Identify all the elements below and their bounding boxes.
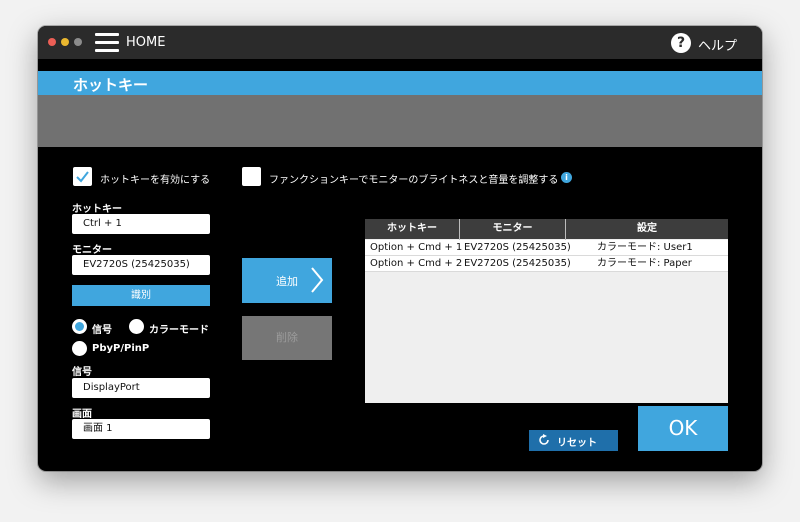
add-button[interactable]: 追加 <box>242 258 332 303</box>
table-cell: カラーモード: User1 <box>597 242 693 253</box>
page-title: ホットキー <box>73 76 149 94</box>
radio-signal[interactable] <box>72 319 87 334</box>
enable-hotkey-label: ホットキーを有効にする <box>100 175 211 186</box>
radio-color-mode-label: カラーモード <box>149 325 209 336</box>
title-bar: HOME ? ヘルプ <box>38 26 762 59</box>
column-header-hotkey: ホットキー <box>387 223 437 234</box>
hamburger-menu-icon[interactable] <box>95 33 119 52</box>
signal-select[interactable]: DisplayPort <box>72 378 210 398</box>
table-cell: Option + Cmd + 2 <box>370 258 463 269</box>
table-cell: EV2720S (25425035) <box>464 242 571 253</box>
checkmark-icon <box>76 171 89 183</box>
help-label[interactable]: ヘルプ <box>698 35 737 54</box>
info-icon[interactable]: i <box>561 172 572 183</box>
home-label[interactable]: HOME <box>126 35 165 50</box>
header-band <box>38 95 762 147</box>
delete-button: 削除 <box>242 316 332 360</box>
monitor-label: モニター <box>72 245 112 256</box>
reset-button-label: リセット <box>557 438 597 449</box>
function-key-checkbox[interactable] <box>242 167 261 186</box>
radio-color-mode[interactable] <box>129 319 144 334</box>
minimize-window-button[interactable] <box>61 38 69 46</box>
radio-pbyp-label: PbyP/PinP <box>92 343 150 354</box>
refresh-icon <box>539 434 549 445</box>
table-header: ホットキー モニター 設定 <box>365 219 728 239</box>
table-row[interactable]: Option + Cmd + 1 EV2720S (25425035) カラーモ… <box>365 240 728 256</box>
reset-button[interactable]: リセット <box>529 430 618 451</box>
add-button-label: 追加 <box>276 275 298 288</box>
chevron-right-icon <box>311 267 324 293</box>
table-row[interactable]: Option + Cmd + 2 EV2720S (25425035) カラーモ… <box>365 256 728 272</box>
hotkey-field[interactable]: Ctrl + 1 <box>72 214 210 234</box>
column-header-setting: 設定 <box>637 223 657 234</box>
radio-signal-label: 信号 <box>92 325 112 336</box>
hotkey-label: ホットキー <box>72 204 122 215</box>
enable-hotkey-checkbox[interactable] <box>73 167 92 186</box>
identify-button[interactable]: 識別 <box>72 285 210 306</box>
hotkey-table: ホットキー モニター 設定 Option + Cmd + 1 EV2720S (… <box>365 219 728 403</box>
radio-pbyp[interactable] <box>72 341 87 356</box>
table-cell: EV2720S (25425035) <box>464 258 571 269</box>
table-cell: カラーモード: Paper <box>597 258 692 269</box>
close-window-button[interactable] <box>48 38 56 46</box>
function-key-label: ファンクションキーでモニターのブライトネスと音量を調整する <box>269 175 559 186</box>
monitor-select[interactable]: EV2720S (25425035) <box>72 255 210 275</box>
table-cell: Option + Cmd + 1 <box>370 242 463 253</box>
help-icon[interactable]: ? <box>671 33 691 53</box>
zoom-window-button[interactable] <box>74 38 82 46</box>
screen-label: 画面 <box>72 409 92 420</box>
screen-select[interactable]: 画面 1 <box>72 419 210 439</box>
ok-button[interactable]: OK <box>638 406 728 451</box>
column-header-monitor: モニター <box>492 223 533 234</box>
page-header: ホットキー <box>38 71 762 95</box>
app-window: HOME ? ヘルプ ホットキー ホットキーを有効にする ファンクションキーでモ… <box>38 26 762 471</box>
signal-label: 信号 <box>72 367 92 378</box>
